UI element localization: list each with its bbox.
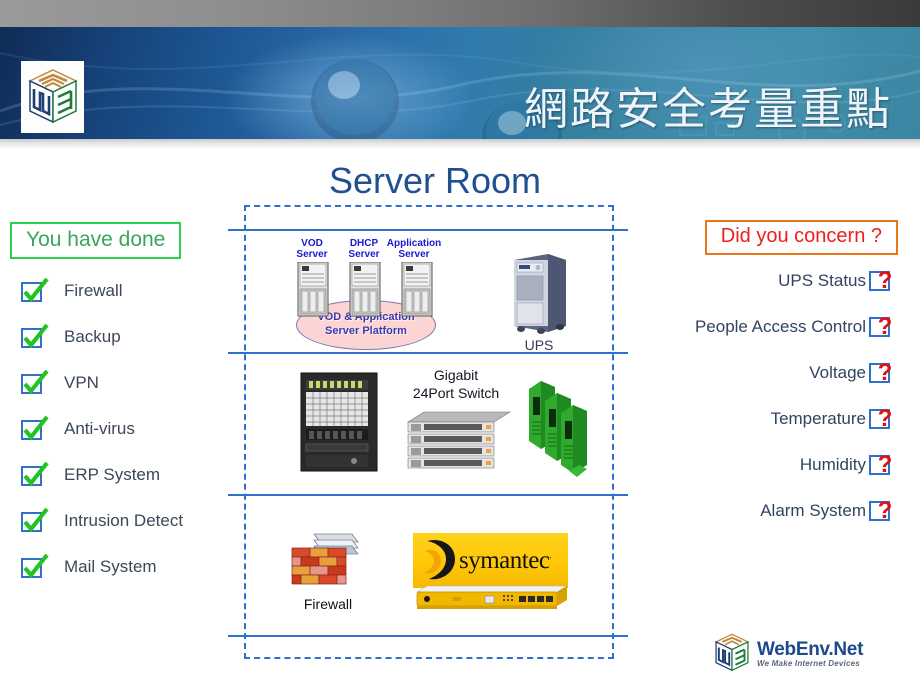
- list-item[interactable]: Voltage ?: [568, 350, 898, 396]
- top-gradient-bar: [0, 0, 920, 27]
- list-item-label: Backup: [64, 327, 121, 346]
- question-checkbox-icon: ?: [869, 267, 893, 294]
- webenv-cube-logo-icon: [714, 633, 750, 672]
- concern-list: UPS Status ? People Access Control ? Vol…: [568, 258, 898, 534]
- list-item[interactable]: Temperature ?: [568, 396, 898, 442]
- footer-brand-text: WebEnv.Net We Make Internet Devices: [757, 639, 863, 668]
- slide-root: 網路安全考量重點 Server Room VOD & Application S…: [0, 0, 920, 690]
- server-label-vod-line1: VOD: [301, 238, 323, 249]
- did-you-concern-heading: Did you concern ?: [704, 220, 898, 255]
- server-label-application: Application Server: [382, 238, 446, 260]
- ups-unit-icon: [510, 252, 570, 341]
- server-label-vod-line2: Server: [296, 249, 328, 260]
- list-item-label: Mail System: [64, 557, 157, 576]
- symantec-wordmark: symantec.: [459, 546, 552, 575]
- symantec-logo-banner: symantec.: [413, 533, 568, 588]
- symantec-checkmark-icon: [425, 539, 455, 580]
- checked-checkbox-icon: [21, 370, 49, 395]
- list-item[interactable]: UPS Status ?: [568, 258, 898, 304]
- list-item-label: Firewall: [64, 281, 123, 300]
- symantec-tm-mark: .: [549, 550, 552, 561]
- list-item-label: Humidity: [799, 455, 866, 474]
- list-item-label: ERP System: [64, 465, 161, 484]
- firewall-brickwall-icon: [291, 533, 359, 585]
- list-item-label: Alarm System: [760, 501, 866, 520]
- list-item[interactable]: Alarm System ?: [568, 488, 898, 534]
- list-item-label: VPN: [64, 373, 99, 392]
- server-cluster: VOD & Application Server Platform VOD Se…: [284, 238, 456, 350]
- checked-checkbox-icon: [21, 508, 49, 533]
- server-rack-icon: [300, 372, 378, 472]
- footer-tagline: We Make Internet Devices: [757, 658, 860, 668]
- switch-label-line2: 24Port Switch: [412, 385, 500, 401]
- list-item[interactable]: ERP System: [20, 452, 183, 498]
- list-item-label: UPS Status: [778, 271, 866, 290]
- checked-checkbox-icon: [21, 416, 49, 441]
- checked-checkbox-icon: [21, 462, 49, 487]
- header-banner: 網路安全考量重點: [0, 27, 920, 139]
- done-list: Firewall Backup VPN Anti-virus ERP Syste…: [20, 268, 183, 590]
- svg-text:?: ?: [878, 313, 893, 340]
- server-label-app-line1: Application: [386, 238, 442, 249]
- list-item[interactable]: Humidity ?: [568, 442, 898, 488]
- symantec-brand-text: symantec: [459, 546, 550, 574]
- question-checkbox-icon: ?: [869, 313, 893, 340]
- page-title: 網路安全考量重點: [524, 84, 892, 135]
- list-item-label: Anti-virus: [64, 419, 135, 438]
- svg-text:?: ?: [878, 267, 893, 294]
- list-item-label: Intrusion Detect: [64, 511, 184, 530]
- platform-label-line2: Server Platform: [325, 325, 407, 337]
- server-tower-icon-vod: [297, 262, 329, 317]
- server-label-vod: VOD Server: [284, 238, 340, 260]
- checked-checkbox-icon: [21, 278, 49, 303]
- question-checkbox-icon: ?: [869, 359, 893, 386]
- switch-label-line1: Gigabit: [433, 367, 479, 383]
- server-tower-icon-application: [401, 262, 433, 317]
- svg-text:?: ?: [878, 405, 893, 432]
- gigabit-switch-stack-icon: [406, 411, 512, 469]
- server-room-title: Server Room: [328, 160, 542, 201]
- svg-text:?: ?: [878, 359, 893, 386]
- footer-brand-logo: WebEnv.Net We Make Internet Devices: [714, 632, 863, 674]
- room-divider-line-4: [228, 635, 628, 637]
- question-checkbox-icon: ?: [869, 405, 893, 432]
- svg-text:?: ?: [878, 497, 893, 524]
- symantec-appliance-icon: [415, 585, 569, 609]
- list-item[interactable]: Firewall: [20, 268, 183, 314]
- webenv-cube-logo-icon: [21, 61, 84, 133]
- list-item[interactable]: Mail System: [20, 544, 183, 590]
- server-label-app-line2: Server: [398, 249, 430, 260]
- banner-bottom-shadow: [0, 139, 920, 149]
- server-tower-icon-dhcp: [349, 262, 381, 317]
- list-item[interactable]: People Access Control ?: [568, 304, 898, 350]
- question-checkbox-icon: ?: [869, 497, 893, 524]
- ups-label: UPS: [524, 337, 554, 353]
- question-checkbox-icon: ?: [869, 451, 893, 478]
- list-item-label: Temperature: [770, 409, 866, 428]
- list-item-label: Voltage: [809, 363, 866, 382]
- list-item[interactable]: Anti-virus: [20, 406, 183, 452]
- gigabit-switch-label: Gigabit 24Port Switch: [396, 366, 516, 402]
- firewall-label: Firewall: [303, 596, 353, 612]
- list-item[interactable]: VPN: [20, 360, 183, 406]
- room-divider-line-1: [228, 229, 628, 231]
- svg-text:?: ?: [878, 451, 893, 478]
- checked-checkbox-icon: [21, 324, 49, 349]
- list-item[interactable]: Backup: [20, 314, 183, 360]
- checked-checkbox-icon: [21, 554, 49, 579]
- footer-brand-name: WebEnv.Net: [757, 638, 864, 660]
- list-item[interactable]: Intrusion Detect: [20, 498, 183, 544]
- list-item-label: People Access Control: [694, 317, 866, 336]
- you-have-done-heading: You have done: [10, 222, 182, 259]
